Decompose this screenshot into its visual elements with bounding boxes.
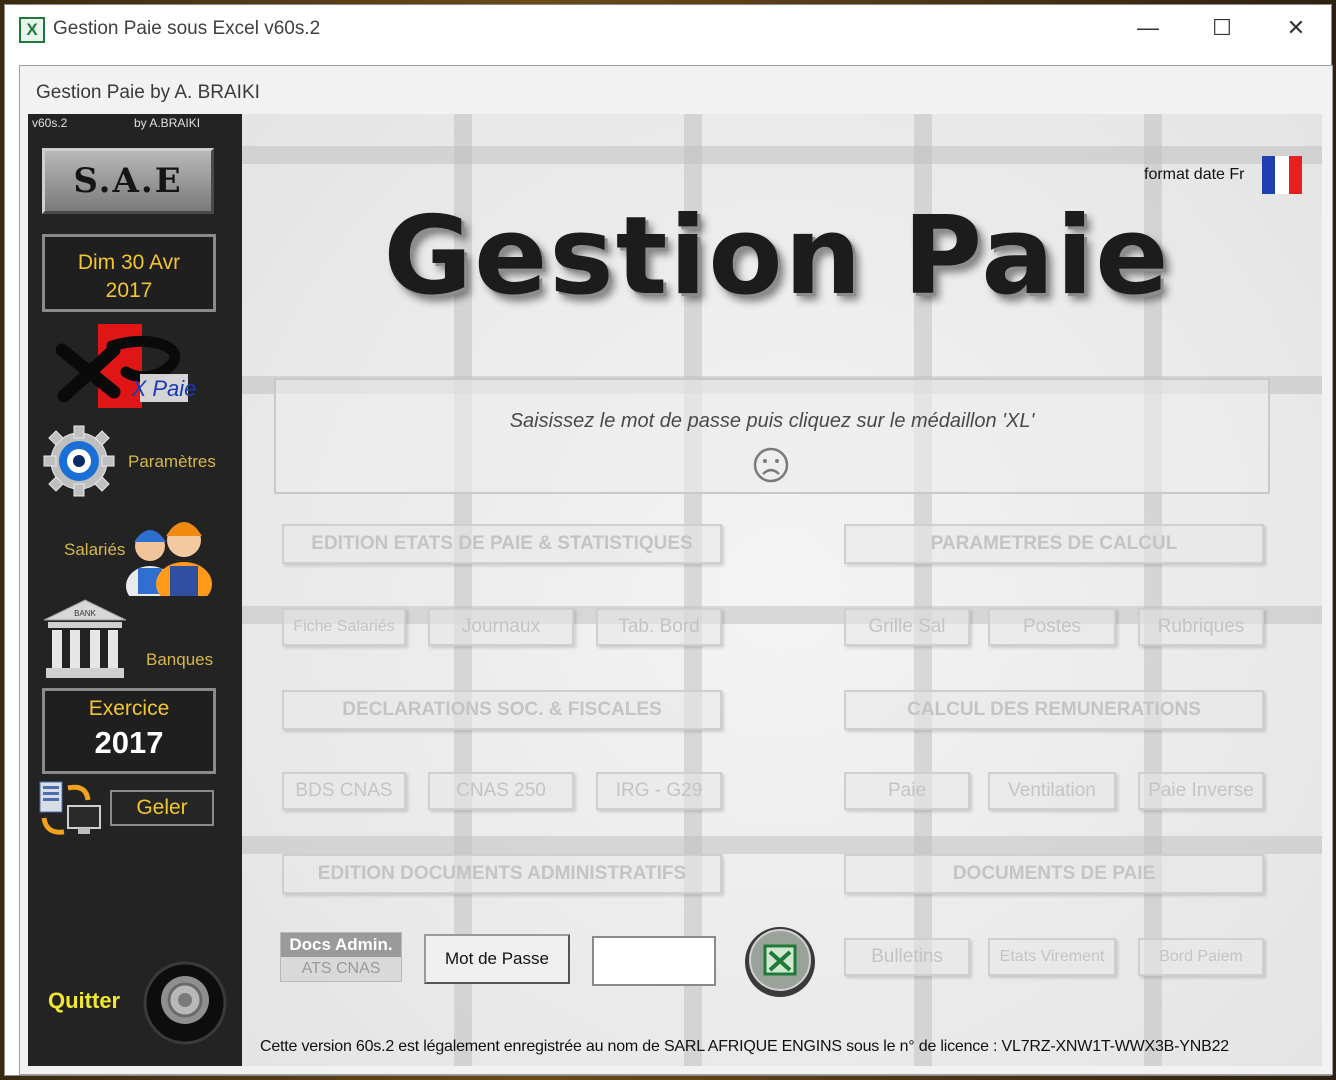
- licence-notice: Cette version 60s.2 est légalement enreg…: [260, 1038, 1229, 1055]
- postes-button[interactable]: Postes: [988, 608, 1116, 646]
- format-date-label: format date Fr: [1144, 166, 1245, 183]
- bds-cnas-button[interactable]: BDS CNAS: [282, 772, 406, 810]
- rubriques-button[interactable]: Rubriques: [1138, 608, 1264, 646]
- irg-g29-button[interactable]: IRG - G29: [596, 772, 722, 810]
- current-date: Dim 30 Avr 2017: [42, 234, 216, 312]
- maximize-button[interactable]: ☐: [1185, 5, 1259, 51]
- sad-face-icon: [753, 447, 789, 483]
- docs-admin-button[interactable]: Docs Admin. ATS CNAS: [280, 932, 402, 982]
- date-line-1: Dim 30 Avr: [77, 251, 181, 274]
- parametres-label[interactable]: Paramètres: [128, 452, 216, 472]
- parametres-calcul-button[interactable]: PARAMETRES DE CALCUL: [844, 524, 1264, 564]
- gear-icon[interactable]: [42, 424, 116, 498]
- main-panel: format date Fr Gestion Paie Saisissez le…: [242, 114, 1322, 1066]
- userform: Gestion Paie by A. BRAIKI v60s.2 by A.BR…: [19, 65, 1333, 1075]
- tab-bord-button[interactable]: Tab. Bord: [596, 608, 722, 646]
- close-button[interactable]: ✕: [1259, 5, 1333, 51]
- sae-button[interactable]: S.A.E: [42, 148, 214, 214]
- mot-de-passe-label[interactable]: Mot de Passe: [424, 934, 570, 984]
- exercice-label: Exercice: [88, 697, 170, 720]
- fiche-salaries-button[interactable]: Fiche Salariés: [282, 608, 406, 646]
- password-instruction: Saisissez le mot de passe puis cliquez s…: [509, 410, 1035, 432]
- date-line-2: 2017: [105, 279, 153, 302]
- paie-inverse-button[interactable]: Paie Inverse: [1138, 772, 1264, 810]
- salaries-label[interactable]: Salariés: [64, 540, 125, 560]
- docs-admin-title: Docs Admin.: [281, 933, 401, 957]
- cnas-250-button[interactable]: CNAS 250: [428, 772, 574, 810]
- minimize-button[interactable]: —: [1111, 5, 1185, 51]
- sidebar: v60s.2 by A.BRAIKI S.A.E Dim 30 Avr 2017…: [28, 114, 242, 1066]
- application-window: X Gestion Paie sous Excel v60s.2 — ☐ ✕ G…: [4, 4, 1333, 1076]
- journaux-button[interactable]: Journaux: [428, 608, 574, 646]
- bank-sign: BANK: [74, 609, 96, 618]
- password-input[interactable]: [592, 936, 716, 986]
- logo-text: X Paie: [131, 376, 196, 401]
- grille-sal-button[interactable]: Grille Sal: [844, 608, 970, 646]
- workers-icon[interactable]: [118, 506, 218, 596]
- geler-button[interactable]: Geler: [110, 790, 214, 826]
- window-title: Gestion Paie sous Excel v60s.2: [53, 18, 321, 39]
- author-label: by A.BRAIKI: [134, 116, 201, 130]
- app-main-title: Gestion Paie: [383, 194, 1171, 319]
- xpaie-logo[interactable]: X Paie: [56, 322, 196, 414]
- form-title: Gestion Paie by A. BRAIKI: [36, 82, 260, 103]
- paie-button[interactable]: Paie: [844, 772, 970, 810]
- bord-paiem-button[interactable]: Bord Paiem: [1138, 938, 1264, 976]
- docs-admin-subtitle: ATS CNAS: [301, 960, 381, 977]
- edition-documents-button[interactable]: EDITION DOCUMENTS ADMINISTRATIFS: [282, 854, 722, 894]
- exercice-box[interactable]: Exercice 2017: [42, 688, 216, 774]
- title-bar: X Gestion Paie sous Excel v60s.2 — ☐ ✕: [5, 5, 1331, 53]
- quitter-button[interactable]: [142, 960, 228, 1046]
- ventilation-button[interactable]: Ventilation: [988, 772, 1116, 810]
- edition-etats-button[interactable]: EDITION ETATS DE PAIE & STATISTIQUES: [282, 524, 722, 564]
- french-flag-icon[interactable]: [1262, 154, 1302, 196]
- declarations-button[interactable]: DECLARATIONS SOC. & FISCALES: [282, 690, 722, 730]
- message-panel: Saisissez le mot de passe puis cliquez s…: [274, 378, 1270, 494]
- excel-icon: X: [19, 17, 45, 43]
- documents-paie-button[interactable]: DOCUMENTS DE PAIE: [844, 854, 1264, 894]
- quitter-label[interactable]: Quitter: [48, 988, 120, 1014]
- calcul-remunerations-button[interactable]: CALCUL DES REMUNERATIONS: [844, 690, 1264, 730]
- bulletins-button[interactable]: Bulletins: [844, 938, 970, 976]
- transfer-icon[interactable]: [38, 778, 104, 840]
- bank-icon[interactable]: BANK: [42, 598, 128, 680]
- exercice-year: 2017: [94, 725, 164, 760]
- etats-virement-button[interactable]: Etats Virement: [988, 938, 1116, 976]
- version-label: v60s.2: [32, 116, 68, 130]
- banques-label[interactable]: Banques: [146, 650, 213, 670]
- xl-medallion-button[interactable]: [742, 924, 818, 1000]
